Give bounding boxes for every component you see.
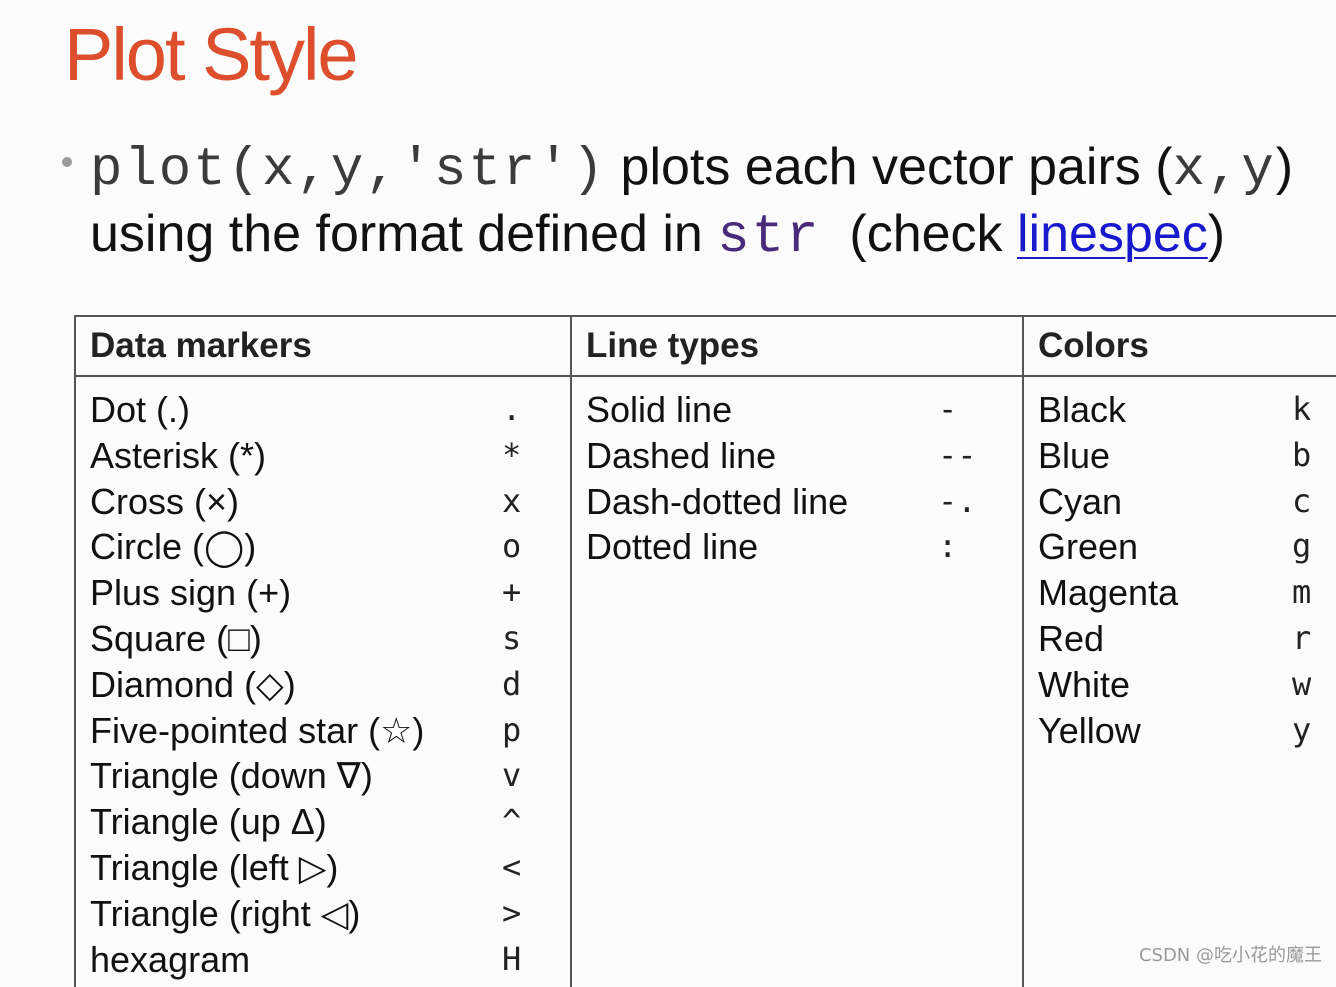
marker-row: Triangle (down ∇) v: [90, 753, 570, 799]
line-type-label: Dash-dotted line: [586, 480, 849, 522]
color-row: White w: [1038, 662, 1336, 708]
marker-row: Cross (×) x: [90, 479, 570, 525]
color-label: Green: [1038, 526, 1139, 568]
marker-label: Asterisk (*): [90, 434, 267, 476]
marker-row: Plus sign (+) +: [90, 570, 570, 616]
data-markers-column: Dot (.). Asterisk (*) * Cross (×) x Circle…: [74, 376, 572, 987]
header-line-types: Line types: [570, 315, 1024, 377]
bullet-text-c: using the format defined in: [90, 205, 718, 263]
marker-label: Plus sign (+): [90, 572, 292, 614]
line-type-row: Dashed line --: [586, 433, 1022, 479]
line-type-row: Solid line -: [586, 387, 1022, 433]
line-type-symbol: -.: [938, 481, 977, 520]
code-str: str: [717, 207, 821, 268]
marker-symbol: H: [502, 939, 522, 978]
color-symbol: w: [1292, 664, 1312, 703]
color-label: Blue: [1038, 434, 1111, 476]
color-label: Cyan: [1038, 480, 1123, 522]
linespec-table: Data markers Line types Colors Dot (.). …: [74, 315, 1336, 987]
line-type-label: Solid line: [586, 389, 733, 430]
marker-label: Five-pointed star (☆): [90, 709, 425, 751]
marker-symbol: >: [502, 893, 522, 932]
marker-symbol: .: [502, 390, 522, 428]
marker-label: Diamond (◇): [90, 663, 296, 705]
line-type-label: Dotted line: [586, 526, 759, 568]
page-title: Plot Style: [64, 13, 359, 96]
color-symbol: g: [1292, 527, 1312, 566]
marker-row: Triangle (up Δ) ^: [90, 799, 570, 845]
marker-row: Triangle (right ◁) >: [90, 891, 570, 937]
bullet-text-a: plots each vector pairs (: [606, 138, 1173, 196]
marker-label: Square (□): [90, 617, 262, 659]
line-type-label: Dashed line: [586, 434, 777, 476]
linespec-link[interactable]: linespec: [1017, 205, 1208, 263]
marker-symbol: ^: [502, 802, 522, 841]
marker-symbol: <: [502, 847, 522, 886]
color-row: Red r: [1038, 616, 1336, 662]
line-type-symbol: :: [938, 527, 958, 566]
marker-symbol: *: [502, 435, 522, 474]
bullet-line-2: using the format defined in str (check l…: [90, 208, 1225, 265]
code-plot-call: plot(x,y,'str'): [90, 140, 607, 201]
line-type-symbol: --: [938, 435, 977, 474]
color-row: Magenta m: [1038, 570, 1336, 616]
bullet-line-1: plot(x,y,'str') plots each vector pairs …: [90, 141, 1293, 198]
marker-label: Triangle (up Δ): [90, 801, 327, 843]
marker-row: Five-pointed star (☆) p: [90, 708, 570, 754]
marker-label: Triangle (left ▷): [90, 846, 339, 888]
marker-symbol: p: [502, 710, 522, 749]
color-label: Yellow: [1038, 709, 1141, 751]
table-header-row: Data markers Line types Colors: [74, 315, 1336, 377]
color-label: White: [1038, 663, 1131, 705]
marker-symbol: o: [502, 527, 522, 566]
color-row: Yellow y: [1038, 708, 1336, 754]
header-colors: Colors: [1022, 315, 1336, 377]
bullet-text-b: ): [1275, 138, 1294, 196]
marker-symbol: +: [502, 573, 522, 612]
color-symbol: b: [1292, 435, 1312, 474]
marker-row: Diamond (◇) d: [90, 662, 570, 708]
marker-row: Asterisk (*) *: [90, 433, 570, 479]
color-row: Black k: [1038, 387, 1336, 433]
marker-symbol: x: [502, 481, 522, 520]
marker-symbol: d: [502, 664, 522, 703]
line-type-row: Dash-dotted line -.: [586, 479, 1022, 525]
color-row: Green g: [1038, 524, 1336, 570]
color-label: Magenta: [1038, 572, 1179, 614]
header-data-markers: Data markers: [74, 315, 572, 377]
marker-label: Dot (.): [90, 389, 191, 430]
colors-column: Black k Blue b Cyan c Green g Magenta m Red r …: [1022, 376, 1336, 987]
marker-label: hexagram: [90, 938, 251, 980]
code-xy: x,y: [1172, 140, 1276, 201]
marker-row: Square (□) s: [90, 616, 570, 662]
bullet-dot-icon: [62, 157, 72, 167]
marker-row: Circle (◯) o: [90, 524, 570, 570]
bullet-text-d: (check: [820, 205, 1017, 263]
marker-label: Circle (◯): [90, 526, 257, 568]
color-symbol: m: [1292, 573, 1312, 612]
line-type-symbol: -: [938, 390, 958, 428]
color-label: Black: [1038, 389, 1127, 430]
marker-symbol: s: [502, 618, 522, 657]
watermark: CSDN @吃小花的魔王: [1138, 945, 1322, 966]
marker-row: hexagram H: [90, 937, 570, 983]
color-row: Cyan c: [1038, 479, 1336, 525]
line-types-column: Solid line - Dashed line -- Dash-dotted li…: [570, 376, 1024, 987]
marker-label: Triangle (down ∇): [90, 755, 373, 797]
line-type-row: Dotted line:: [586, 524, 1022, 570]
color-label: Red: [1038, 617, 1105, 659]
color-symbol: c: [1292, 481, 1312, 520]
marker-symbol: v: [502, 756, 522, 795]
marker-row: Dot (.).: [90, 387, 570, 433]
color-symbol: k: [1292, 390, 1312, 428]
marker-label: Triangle (right ◁): [90, 892, 361, 934]
marker-row: Triangle (left ▷) <: [90, 845, 570, 891]
marker-label: Cross (×): [90, 480, 240, 522]
color-symbol: y: [1292, 710, 1312, 749]
color-row: Blue b: [1038, 433, 1336, 479]
color-symbol: r: [1292, 618, 1312, 657]
bullet-text-e: ): [1207, 205, 1226, 263]
